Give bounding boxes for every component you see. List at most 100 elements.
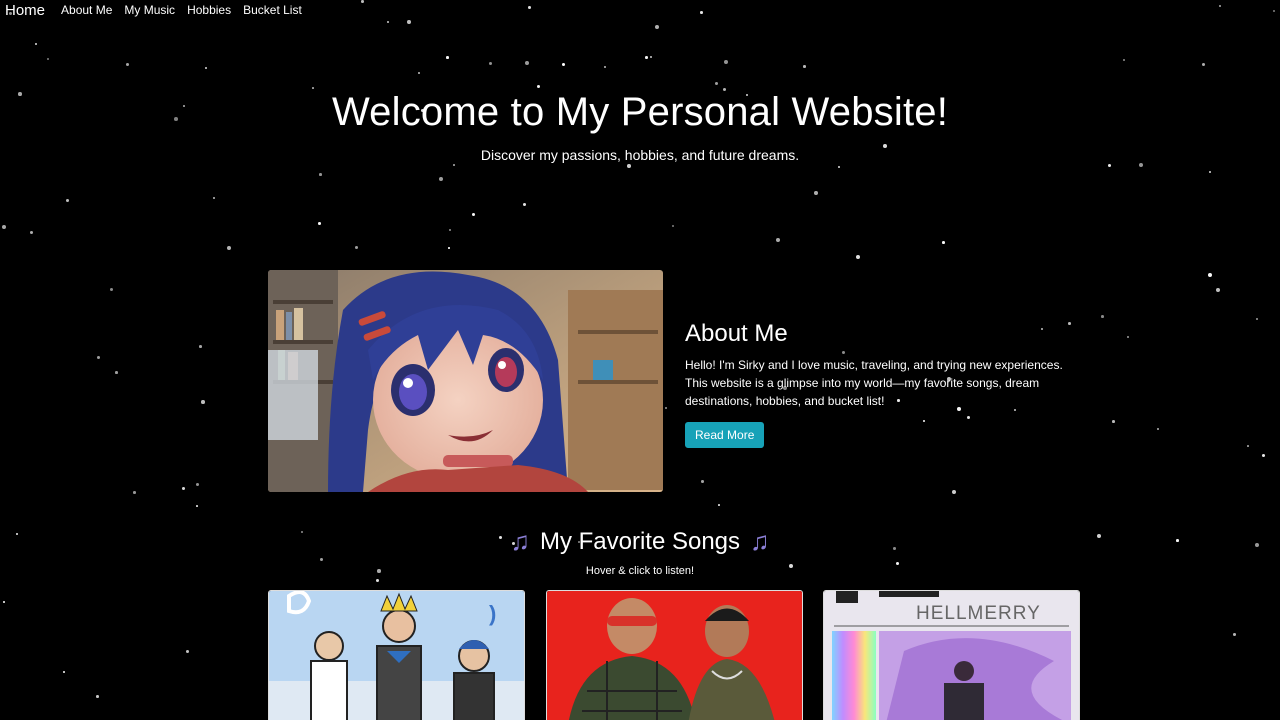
star-dot: [838, 166, 841, 169]
star-dot: [196, 483, 200, 487]
star-dot: [133, 491, 136, 494]
star-dot: [952, 490, 956, 494]
star-dot: [97, 356, 101, 360]
star-dot: [35, 43, 38, 46]
star-dot: [439, 177, 444, 182]
star-dot: [718, 504, 720, 506]
page: Home About Me My Music Hobbies Bucket Li…: [0, 0, 1280, 720]
read-more-button[interactable]: Read More: [685, 422, 765, 448]
songs-section: ♫ My Favorite Songs ♫ Hover & click to l…: [0, 526, 1280, 577]
star-dot: [1209, 171, 1212, 174]
star-dot: [63, 671, 66, 674]
music-note-icon: ♫: [510, 526, 530, 556]
star-dot: [645, 56, 648, 59]
star-dot: [523, 203, 527, 207]
star-dot: [196, 505, 198, 507]
nav-about-link[interactable]: About Me: [61, 3, 112, 17]
star-dot: [942, 241, 945, 244]
star-dot: [803, 65, 806, 68]
star-dot: [472, 213, 476, 217]
album-art-text: HELLMERRY: [916, 603, 1041, 624]
about-body: Hello! I'm Sirky and I love music, trave…: [685, 358, 1063, 408]
star-dot: [319, 173, 322, 176]
star-dot: [627, 164, 631, 168]
star-dot: [199, 345, 202, 348]
star-dot: [115, 371, 118, 374]
star-dot: [1256, 318, 1258, 320]
star-dot: [604, 66, 607, 69]
star-dot: [665, 407, 668, 410]
star-dot: [489, 62, 493, 66]
star-dot: [650, 56, 653, 59]
hero-title: Welcome to My Personal Website!: [331, 90, 949, 134]
songs-hint: Hover & click to listen!: [585, 565, 695, 577]
nav-hobbies-link[interactable]: Hobbies: [187, 3, 231, 17]
music-note-icon: ♫: [750, 526, 770, 556]
star-dot: [213, 197, 215, 199]
star-dot: [1112, 420, 1115, 423]
nav-home-link[interactable]: Home: [5, 2, 45, 19]
svg-text:): ): [489, 601, 496, 626]
star-dot: [448, 247, 450, 249]
star-dot: [537, 85, 541, 89]
star-dot: [1108, 164, 1112, 168]
star-dot: [387, 21, 390, 24]
star-dot: [201, 400, 205, 404]
star-dot: [453, 164, 455, 166]
star-dot: [672, 225, 675, 228]
star-dot: [562, 63, 566, 67]
star-dot: [355, 246, 359, 250]
star-dot: [701, 480, 704, 483]
about-image: [268, 270, 663, 492]
star-dot: [205, 67, 207, 69]
star-dot: [2, 225, 7, 230]
song-card-1[interactable]: ): [268, 590, 525, 720]
hero-subtitle: Discover my passions, hobbies, and futur…: [480, 147, 800, 163]
star-dot: [1247, 445, 1249, 447]
song-card-3[interactable]: HELLMERRY: [823, 590, 1080, 720]
star-dot: [1216, 288, 1221, 293]
about-section: About Me Hello! I'm Sirky and I love mus…: [685, 320, 1085, 448]
star-dot: [186, 650, 190, 654]
star-dot: [449, 229, 452, 232]
star-dot: [1157, 428, 1160, 431]
star-dot: [182, 487, 186, 491]
star-dot: [1262, 454, 1266, 458]
star-dot: [1139, 163, 1144, 168]
star-dot: [96, 695, 99, 698]
star-dot: [312, 87, 314, 89]
song-card-2[interactable]: [546, 590, 803, 720]
star-dot: [30, 231, 34, 235]
nav-music-link[interactable]: My Music: [124, 3, 175, 17]
star-dot: [814, 191, 818, 195]
star-dot: [525, 61, 529, 65]
star-dot: [724, 60, 729, 65]
star-dot: [1202, 63, 1206, 67]
star-dot: [407, 20, 411, 24]
star-dot: [318, 222, 321, 225]
star-dot: [776, 238, 781, 243]
star-dot: [1233, 633, 1236, 636]
star-dot: [446, 56, 449, 59]
star-dot: [715, 82, 718, 85]
songs-title-text: My Favorite Songs: [539, 527, 741, 555]
star-dot: [126, 63, 130, 67]
star-dot: [1208, 273, 1213, 278]
star-dot: [856, 255, 861, 260]
nav-bucket-list-link[interactable]: Bucket List: [243, 3, 302, 17]
navbar: Home About Me My Music Hobbies Bucket Li…: [0, 0, 1280, 20]
star-dot: [227, 246, 231, 250]
star-dot: [1123, 59, 1125, 61]
star-dot: [1127, 336, 1130, 339]
star-dot: [47, 58, 49, 60]
star-dot: [655, 25, 660, 30]
star-dot: [1101, 315, 1104, 318]
star-dot: [66, 199, 69, 202]
star-dot: [3, 601, 5, 603]
star-dot: [376, 579, 380, 583]
star-dot: [110, 288, 114, 292]
star-dot: [418, 72, 420, 74]
about-title: About Me: [685, 320, 788, 347]
hero-section: Welcome to My Personal Website! Discover…: [0, 90, 1280, 163]
songs-title: ♫ My Favorite Songs ♫: [510, 526, 769, 557]
